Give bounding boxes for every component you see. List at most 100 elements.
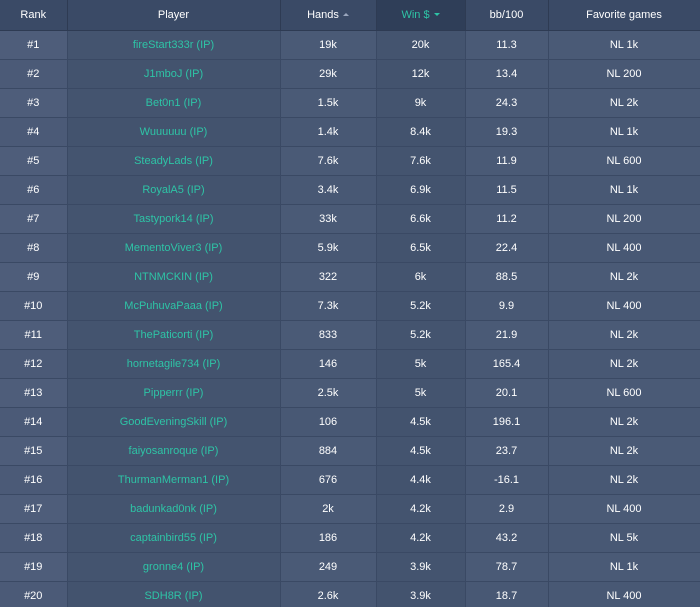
column-header-bb100[interactable]: bb/100 [465,0,549,31]
favorite-games-cell: NL 400 [548,494,700,524]
player-cell: Bet0n1 (IP) [67,88,281,118]
table-row[interactable]: #11 ThePaticorti (IP) 833 5.2k 21.9 NL 2k [0,320,700,350]
hands-cell: 2.5k [280,378,377,408]
player-link[interactable]: gronne4 (IP) [143,561,204,573]
table-row[interactable]: #3 Bet0n1 (IP) 1.5k 9k 24.3 NL 2k [0,88,700,118]
table-row[interactable]: #5 SteadyLads (IP) 7.6k 7.6k 11.9 NL 600 [0,146,700,176]
table-row[interactable]: #12 hornetagile734 (IP) 146 5k 165.4 NL 2k [0,349,700,379]
hands-cell: 322 [280,262,377,292]
player-link[interactable]: faiyosanroque (IP) [129,445,219,457]
hands-cell: 106 [280,407,377,437]
player-link[interactable]: MementoViver3 (IP) [125,242,223,254]
table-row[interactable]: #14 GoodEveningSkill (IP) 106 4.5k 196.1 NL 2… [0,407,700,437]
win-cell: 7.6k [376,146,466,176]
table-row[interactable]: #16 ThurmanMerman1 (IP) 676 4.4k -16.1 NL 2k [0,465,700,495]
column-header-player-label: Player [157,8,190,21]
player-link[interactable]: Wuuuuuu (IP) [140,126,208,138]
table-row[interactable]: #8 MementoViver3 (IP) 5.9k 6.5k 22.4 NL 400 [0,233,700,263]
table-row[interactable]: #1 fireStart333r (IP) 19k 20k 11.3 NL 1k [0,30,700,60]
rank-cell: #20 [0,581,68,607]
player-link[interactable]: Tastypork14 (IP) [133,213,213,225]
hands-cell: 186 [280,523,377,553]
rank-cell: #14 [0,407,68,437]
player-link[interactable]: captainbird55 (IP) [130,532,217,544]
table-row[interactable]: #9 NTNMCKIN (IP) 322 6k 88.5 NL 2k [0,262,700,292]
favorite-games-cell: NL 400 [548,291,700,321]
favorite-games-cell: NL 1k [548,175,700,205]
hands-cell: 33k [280,204,377,234]
player-cell: Tastypork14 (IP) [67,204,281,234]
hands-cell: 2.6k [280,581,377,607]
player-link[interactable]: badunkad0nk (IP) [130,503,217,515]
favorite-games-cell: NL 2k [548,262,700,292]
hands-cell: 676 [280,465,377,495]
win-cell: 3.9k [376,581,466,607]
bb100-cell: 21.9 [465,320,549,350]
column-header-rank-label: Rank [20,8,47,21]
column-header-rank[interactable]: Rank [0,0,68,31]
table-row[interactable]: #13 Pipperrr (IP) 2.5k 5k 20.1 NL 600 [0,378,700,408]
win-cell: 4.2k [376,494,466,524]
player-link[interactable]: McPuhuvaPaaa (IP) [124,300,222,312]
favorite-games-cell: NL 1k [548,117,700,147]
player-link[interactable]: ThePaticorti (IP) [134,329,213,341]
win-cell: 6.5k [376,233,466,263]
player-link[interactable]: J1mboJ (IP) [144,68,203,80]
player-cell: Wuuuuuu (IP) [67,117,281,147]
table-row[interactable]: #19 gronne4 (IP) 249 3.9k 78.7 NL 1k [0,552,700,582]
favorite-games-cell: NL 1k [548,552,700,582]
hands-cell: 1.4k [280,117,377,147]
hands-cell: 884 [280,436,377,466]
player-link[interactable]: Pipperrr (IP) [144,387,204,399]
favorite-games-cell: NL 2k [548,88,700,118]
player-link[interactable]: Bet0n1 (IP) [146,97,202,109]
table-row[interactable]: #7 Tastypork14 (IP) 33k 6.6k 11.2 NL 200 [0,204,700,234]
favorite-games-cell: NL 400 [548,233,700,263]
table-row[interactable]: #4 Wuuuuuu (IP) 1.4k 8.4k 19.3 NL 1k [0,117,700,147]
table-row[interactable]: #6 RoyalA5 (IP) 3.4k 6.9k 11.5 NL 1k [0,175,700,205]
player-link[interactable]: GoodEveningSkill (IP) [120,416,228,428]
hands-cell: 19k [280,30,377,60]
sort-desc-icon [433,13,440,17]
player-link[interactable]: hornetagile734 (IP) [127,358,221,370]
player-cell: McPuhuvaPaaa (IP) [67,291,281,321]
column-header-player[interactable]: Player [67,0,281,31]
hands-cell: 2k [280,494,377,524]
rank-cell: #9 [0,262,68,292]
table-row[interactable]: #2 J1mboJ (IP) 29k 12k 13.4 NL 200 [0,59,700,89]
table-row[interactable]: #10 McPuhuvaPaaa (IP) 7.3k 5.2k 9.9 NL 400 [0,291,700,321]
player-link[interactable]: NTNMCKIN (IP) [134,271,213,283]
table-row[interactable]: #18 captainbird55 (IP) 186 4.2k 43.2 NL 5k [0,523,700,553]
bb100-cell: -16.1 [465,465,549,495]
rank-cell: #17 [0,494,68,524]
win-cell: 4.5k [376,407,466,437]
favorite-games-cell: NL 2k [548,407,700,437]
player-link[interactable]: SteadyLads (IP) [134,155,213,167]
rank-cell: #15 [0,436,68,466]
column-header-hands[interactable]: Hands [280,0,377,31]
win-cell: 4.5k [376,436,466,466]
hands-cell: 7.6k [280,146,377,176]
hands-cell: 249 [280,552,377,582]
win-cell: 9k [376,88,466,118]
player-link[interactable]: ThurmanMerman1 (IP) [118,474,229,486]
win-cell: 5.2k [376,291,466,321]
player-link[interactable]: SDH8R (IP) [144,590,202,602]
win-cell: 20k [376,30,466,60]
column-header-win[interactable]: Win $ [376,0,466,31]
player-link[interactable]: fireStart333r (IP) [133,39,214,51]
table-row[interactable]: #17 badunkad0nk (IP) 2k 4.2k 2.9 NL 400 [0,494,700,524]
player-cell: captainbird55 (IP) [67,523,281,553]
rank-cell: #16 [0,465,68,495]
player-cell: GoodEveningSkill (IP) [67,407,281,437]
rank-cell: #5 [0,146,68,176]
win-cell: 5k [376,349,466,379]
favorite-games-cell: NL 2k [548,465,700,495]
favorite-games-cell: NL 400 [548,581,700,607]
table-row[interactable]: #15 faiyosanroque (IP) 884 4.5k 23.7 NL 2k [0,436,700,466]
player-link[interactable]: RoyalA5 (IP) [142,184,204,196]
table-row[interactable]: #20 SDH8R (IP) 2.6k 3.9k 18.7 NL 400 [0,581,700,607]
hands-cell: 29k [280,59,377,89]
win-cell: 6k [376,262,466,292]
column-header-favorite[interactable]: Favorite games [548,0,700,31]
